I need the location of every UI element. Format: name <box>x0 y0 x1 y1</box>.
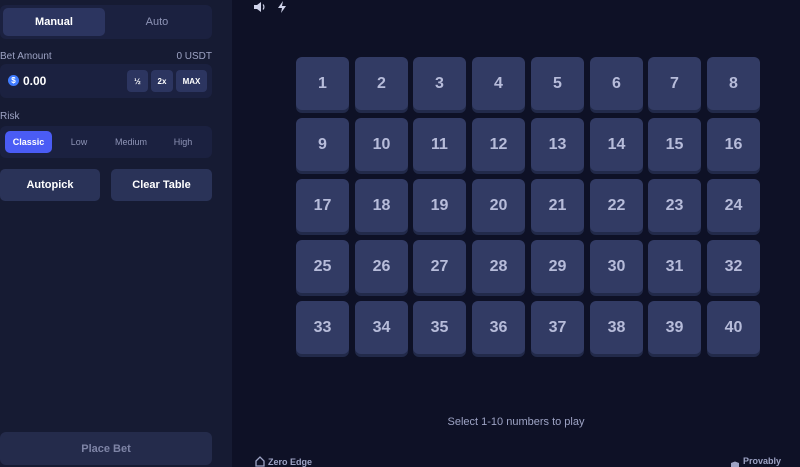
number-tile[interactable]: 10 <box>355 118 408 171</box>
number-tile[interactable]: 2 <box>355 57 408 110</box>
auto-tab[interactable]: Auto <box>106 8 208 36</box>
manual-tab[interactable]: Manual <box>3 8 105 36</box>
number-tile[interactable]: 15 <box>648 118 701 171</box>
number-tile[interactable]: 18 <box>355 179 408 232</box>
mode-toggle: Manual Auto <box>0 5 212 39</box>
number-tile[interactable]: 23 <box>648 179 701 232</box>
number-tile[interactable]: 13 <box>531 118 584 171</box>
number-tile[interactable]: 12 <box>472 118 525 171</box>
provably-fair-link[interactable]: Provably Fair <box>730 456 800 467</box>
number-tile[interactable]: 16 <box>707 118 760 171</box>
number-tile[interactable]: 26 <box>355 240 408 293</box>
number-tile[interactable]: 8 <box>707 57 760 110</box>
double-bet-button[interactable]: 2x <box>151 70 173 92</box>
bet-amount-label: Bet Amount <box>0 51 52 62</box>
number-tile[interactable]: 35 <box>413 301 466 354</box>
number-tile[interactable]: 14 <box>590 118 643 171</box>
number-tile[interactable]: 39 <box>648 301 701 354</box>
number-tile[interactable]: 20 <box>472 179 525 232</box>
number-tile[interactable]: 32 <box>707 240 760 293</box>
shield-icon <box>731 461 739 467</box>
speaker-icon[interactable] <box>253 0 267 12</box>
bet-sidebar: Manual Auto Bet Amount 0 USDT $ 0.00 ½ 2… <box>0 0 232 467</box>
risk-high-option[interactable]: High <box>162 131 204 153</box>
number-tile[interactable]: 31 <box>648 240 701 293</box>
number-tile[interactable]: 17 <box>296 179 349 232</box>
number-tile[interactable]: 40 <box>707 301 760 354</box>
number-tile[interactable]: 6 <box>590 57 643 110</box>
risk-low-option[interactable]: Low <box>58 131 100 153</box>
bet-balance: 0 USDT <box>176 51 212 62</box>
keno-app: Manual Auto Bet Amount 0 USDT $ 0.00 ½ 2… <box>0 0 800 467</box>
game-area: 1 2 3 4 5 6 7 8 9 10 11 12 13 14 15 16 17 18 19 20 21 22 23 24 2… <box>232 0 800 467</box>
bet-amount-value[interactable]: 0.00 <box>23 74 46 88</box>
max-bet-button[interactable]: MAX <box>176 70 207 92</box>
number-tile[interactable]: 19 <box>413 179 466 232</box>
number-tile[interactable]: 24 <box>707 179 760 232</box>
clear-table-button[interactable]: Clear Table <box>111 169 212 201</box>
number-tile[interactable]: 9 <box>296 118 349 171</box>
number-tile[interactable]: 33 <box>296 301 349 354</box>
autopick-button[interactable]: Autopick <box>0 169 100 201</box>
risk-classic-option[interactable]: Classic <box>5 131 52 153</box>
lightning-icon[interactable] <box>275 0 289 13</box>
zero-edge-link[interactable]: Zero Edge <box>255 456 312 467</box>
number-tile[interactable]: 29 <box>531 240 584 293</box>
number-tile[interactable]: 34 <box>355 301 408 354</box>
number-tile[interactable]: 38 <box>590 301 643 354</box>
provably-fair-label: Provably Fair <box>743 456 782 467</box>
number-tile[interactable]: 30 <box>590 240 643 293</box>
number-tile[interactable]: 28 <box>472 240 525 293</box>
number-tile[interactable]: 1 <box>296 57 349 110</box>
selection-hint: Select 1-10 numbers to play <box>447 416 585 428</box>
place-bet-button[interactable]: Place Bet <box>0 432 212 465</box>
risk-label: Risk <box>0 111 20 122</box>
half-bet-button[interactable]: ½ <box>127 70 148 92</box>
number-tile[interactable]: 4 <box>472 57 525 110</box>
number-tile[interactable]: 11 <box>413 118 466 171</box>
number-tile[interactable]: 37 <box>531 301 584 354</box>
number-tile[interactable]: 5 <box>531 57 584 110</box>
bet-amount-field[interactable]: $ 0.00 ½ 2x MAX <box>0 64 212 98</box>
house-icon <box>255 456 265 467</box>
number-tile[interactable]: 25 <box>296 240 349 293</box>
risk-medium-option[interactable]: Medium <box>105 131 157 153</box>
zero-edge-label: Zero Edge <box>268 456 313 467</box>
number-tile[interactable]: 3 <box>413 57 466 110</box>
number-tile[interactable]: 22 <box>590 179 643 232</box>
risk-selector: Classic Low Medium High <box>0 126 212 158</box>
number-tile[interactable]: 27 <box>413 240 466 293</box>
number-tile[interactable]: 7 <box>648 57 701 110</box>
number-tile[interactable]: 36 <box>472 301 525 354</box>
currency-icon: $ <box>8 75 19 86</box>
number-tile[interactable]: 21 <box>531 179 584 232</box>
